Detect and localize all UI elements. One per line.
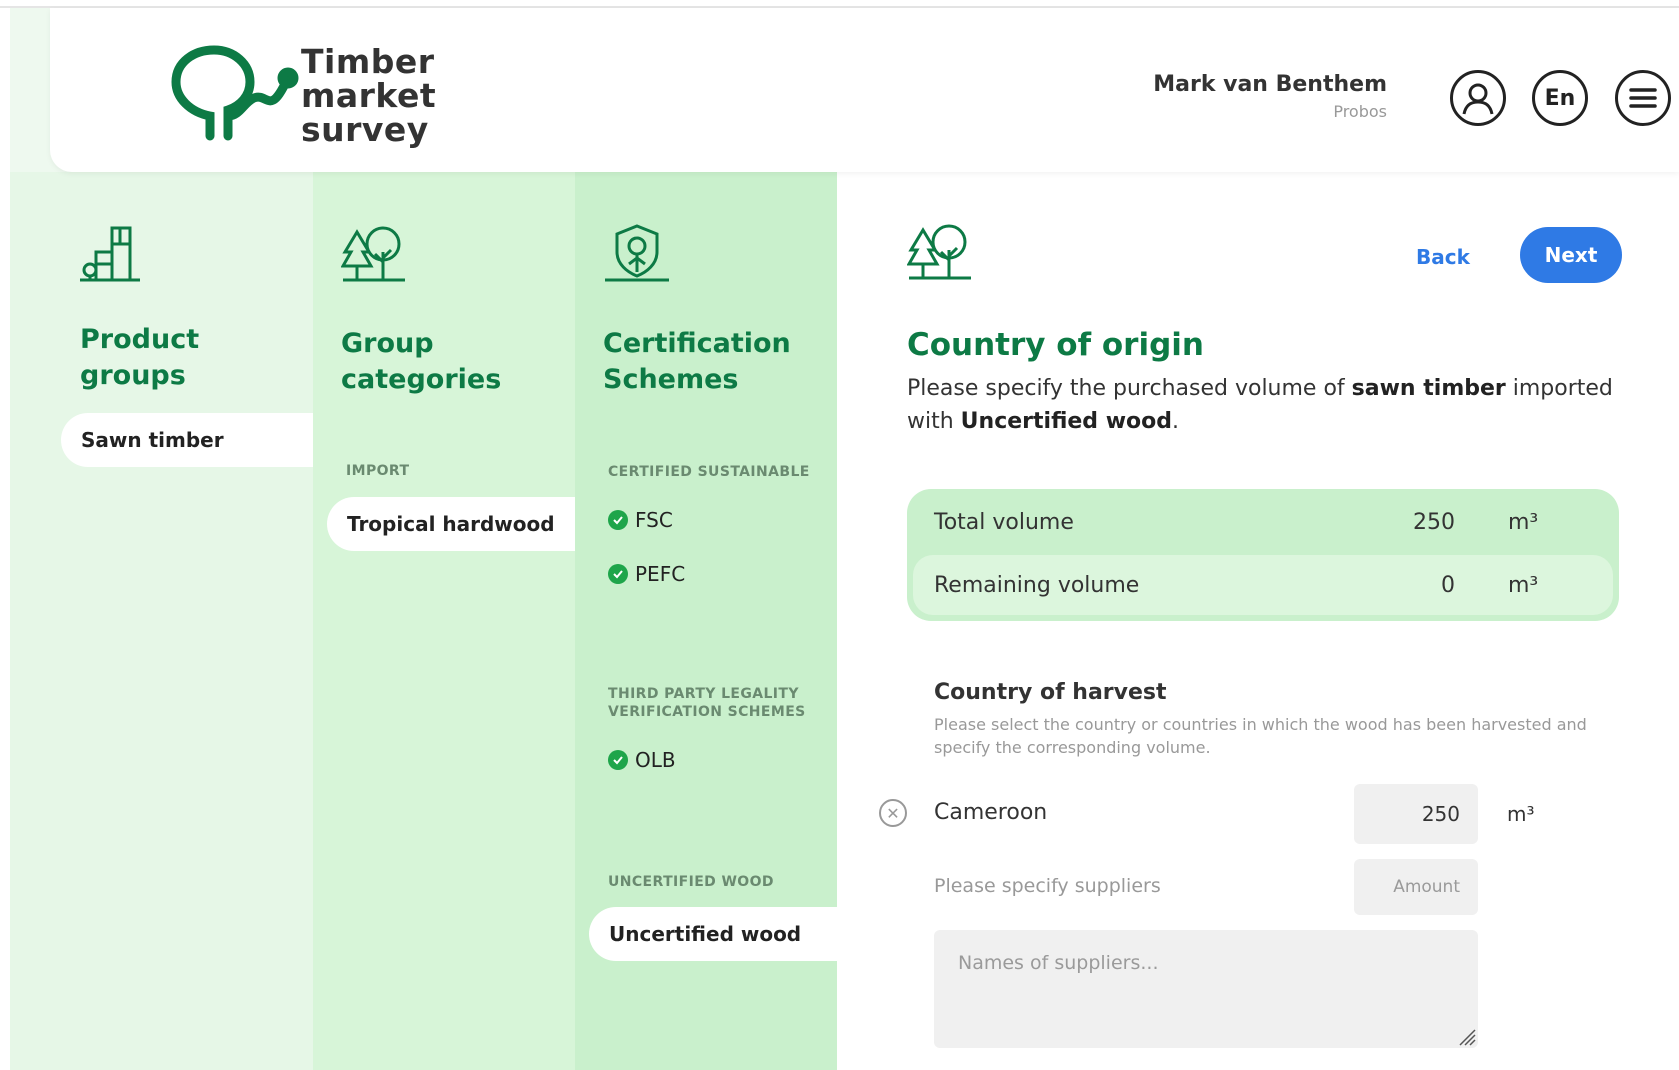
page-title: Country of origin xyxy=(907,327,1204,363)
trees-icon xyxy=(907,224,971,280)
app-frame: Product groups Sawn timber Group categor… xyxy=(0,0,1679,1070)
total-volume-row: Total volume 250 m³ xyxy=(907,492,1619,552)
logo-text-line3: survey xyxy=(301,110,429,149)
volume-unit: m³ xyxy=(1508,509,1539,535)
desc-certification: Uncertified wood xyxy=(960,409,1173,434)
trees-icon xyxy=(341,226,405,282)
logo-text: Timber market survey xyxy=(301,45,436,147)
third-party-label-line2: VERIFICATION SCHEMES xyxy=(608,704,806,720)
remaining-volume-value: 0 xyxy=(1441,572,1455,598)
back-button[interactable]: Back xyxy=(1416,245,1470,269)
language-label: En xyxy=(1544,85,1576,111)
import-section-label: IMPORT xyxy=(346,463,410,479)
group-categories-title-line2: categories xyxy=(341,364,502,395)
volume-unit: m³ xyxy=(1508,572,1539,598)
certification-title: Certification Schemes xyxy=(603,326,791,398)
check-icon xyxy=(608,564,628,584)
product-groups-title-line2: groups xyxy=(80,360,186,391)
logo-text-line1: Timber xyxy=(301,42,435,81)
page-description: Please specify the purchased volume of s… xyxy=(907,372,1627,438)
certification-column: Certification Schemes CERTIFIED SUSTAINA… xyxy=(575,172,837,1070)
volume-summary: Total volume 250 m³ Remaining volume 0 m… xyxy=(907,489,1619,621)
buildings-icon xyxy=(80,226,140,282)
main-panel: Back Next Country of origin Please speci… xyxy=(837,172,1679,1070)
supplier-names-textarea[interactable] xyxy=(934,930,1478,1048)
product-groups-column: Product groups Sawn timber xyxy=(10,172,313,1070)
certification-item-pefc[interactable]: PEFC xyxy=(608,562,685,586)
certification-item-uncertified-wood[interactable]: Uncertified wood xyxy=(589,907,837,961)
remove-country-icon[interactable]: ✕ xyxy=(879,799,907,827)
language-switch-button[interactable]: En xyxy=(1532,70,1588,126)
remaining-volume-row: Remaining volume 0 m³ xyxy=(913,555,1613,615)
suppliers-label: Please specify suppliers xyxy=(934,875,1161,897)
logo-icon[interactable] xyxy=(170,44,300,144)
certification-title-line2: Schemes xyxy=(603,364,739,395)
uncertified-wood-label: UNCERTIFIED WOOD xyxy=(608,874,774,890)
certification-label: PEFC xyxy=(635,562,686,586)
product-groups-title-line1: Product xyxy=(80,324,200,355)
next-button[interactable]: Next xyxy=(1520,227,1622,283)
app-header: Timber market survey Mark van Benthem Pr… xyxy=(50,8,1679,172)
total-volume-label: Total volume xyxy=(934,509,1074,535)
harvest-description: Please select the country or countries i… xyxy=(934,715,1587,757)
desc-product: sawn timber xyxy=(1351,376,1506,401)
third-party-legality-label: THIRD PARTY LEGALITY VERIFICATION SCHEME… xyxy=(608,685,806,721)
group-categories-title-line1: Group xyxy=(341,328,434,359)
certification-label: FSC xyxy=(635,508,673,532)
country-volume-unit: m³ xyxy=(1507,802,1535,826)
harvest-title: Country of harvest xyxy=(934,680,1167,705)
desc-text: . xyxy=(1172,409,1180,434)
country-volume-input[interactable]: 250 xyxy=(1354,784,1478,844)
uncertified-wood-pill-label: Uncertified wood xyxy=(609,922,802,946)
user-organization: Probos xyxy=(1333,102,1387,121)
supplier-amount-input[interactable] xyxy=(1354,859,1478,915)
resize-handle-icon[interactable] xyxy=(1458,1028,1476,1046)
check-icon xyxy=(608,510,628,530)
logo-text-line2: market xyxy=(301,76,437,115)
remaining-volume-label: Remaining volume xyxy=(934,572,1140,598)
group-categories-column: Group categories IMPORT Tropical hardwoo… xyxy=(313,172,575,1070)
group-categories-title: Group categories xyxy=(341,326,501,398)
product-group-label: Sawn timber xyxy=(81,428,224,452)
category-item-tropical-hardwood[interactable]: Tropical hardwood xyxy=(327,497,575,551)
certification-item-fsc[interactable]: FSC xyxy=(608,508,673,532)
certification-item-olb[interactable]: OLB xyxy=(608,748,676,772)
check-icon xyxy=(608,750,628,770)
menu-icon[interactable] xyxy=(1615,70,1671,126)
total-volume-value: 250 xyxy=(1413,509,1455,535)
certification-title-line1: Certification xyxy=(603,328,791,359)
country-name: Cameroon xyxy=(934,800,1048,825)
user-profile-icon[interactable] xyxy=(1450,70,1506,126)
product-groups-title: Product groups xyxy=(80,322,199,394)
product-group-item-sawn-timber[interactable]: Sawn timber xyxy=(61,413,313,467)
third-party-label-line1: THIRD PARTY LEGALITY xyxy=(608,686,799,702)
certification-label: OLB xyxy=(635,748,676,772)
user-name: Mark van Benthem xyxy=(1153,72,1387,97)
certification-shield-icon xyxy=(605,224,669,282)
desc-text: Please specify the purchased volume of xyxy=(907,376,1352,401)
certified-sustainable-label: CERTIFIED SUSTAINABLE xyxy=(608,464,810,480)
category-label: Tropical hardwood xyxy=(347,512,555,536)
